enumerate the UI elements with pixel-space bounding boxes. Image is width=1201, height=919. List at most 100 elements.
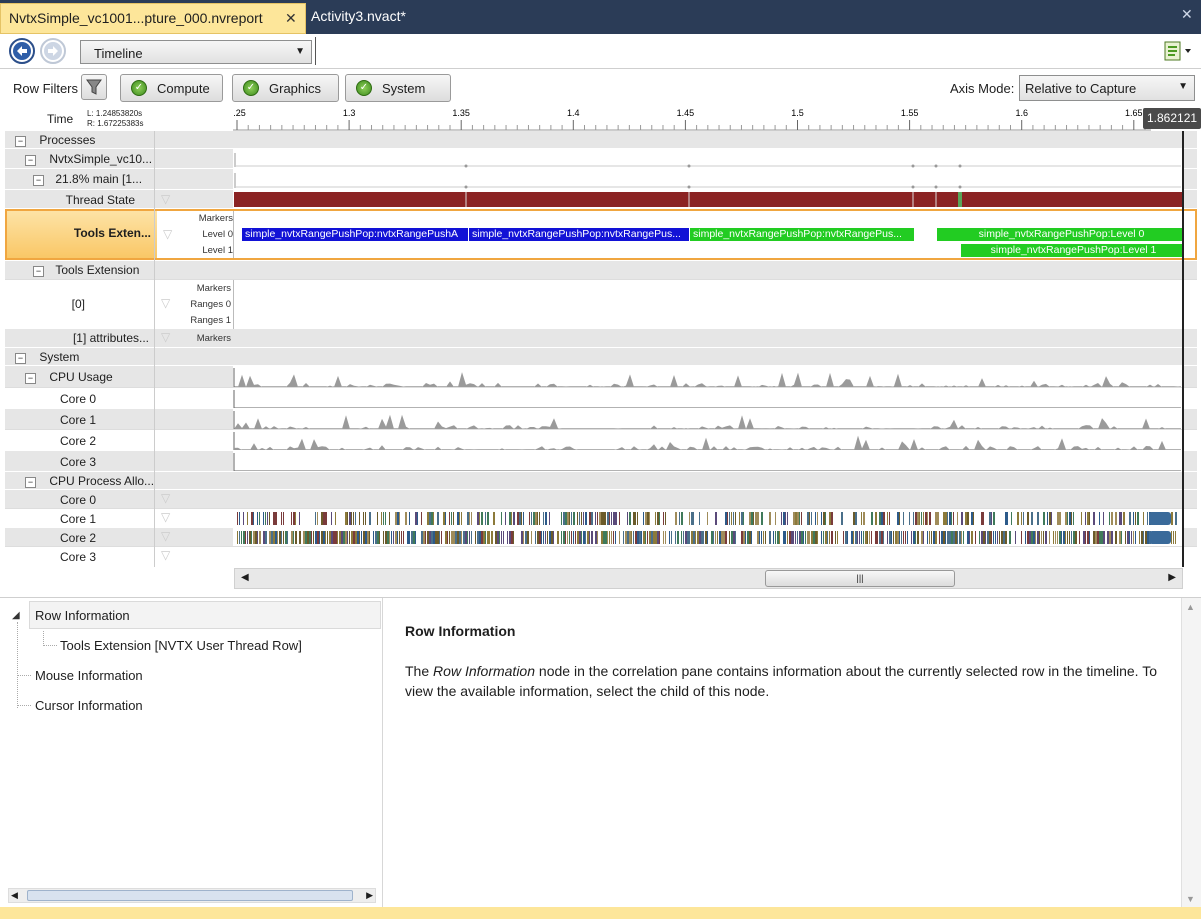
cpu-slice[interactable] <box>485 531 486 544</box>
cpu-slice[interactable] <box>769 531 771 544</box>
cpu-slice[interactable] <box>541 531 542 544</box>
cpu-slice[interactable] <box>445 531 447 544</box>
cpu-slice[interactable] <box>1055 531 1056 544</box>
filter-funnel-icon[interactable]: ▽ <box>161 192 170 206</box>
cpu-slice[interactable] <box>605 531 607 544</box>
cpu-slice[interactable] <box>587 531 589 544</box>
cpu-slice[interactable] <box>1053 531 1054 544</box>
cpu-slice[interactable] <box>1131 531 1132 544</box>
cpu-slice[interactable] <box>243 531 245 544</box>
cpu-slice[interactable] <box>949 531 951 544</box>
cpu-slice[interactable] <box>317 512 318 525</box>
cpu-slice[interactable] <box>1147 512 1148 525</box>
cpu-slice[interactable] <box>757 512 759 525</box>
cpu-slice[interactable] <box>637 531 639 544</box>
cpu-slice[interactable] <box>453 531 455 544</box>
alloc-core3-row[interactable]: Core 3 ▽ <box>5 546 1197 565</box>
collapse-icon[interactable]: − <box>15 136 26 147</box>
cpu-slice[interactable] <box>357 531 359 544</box>
cpu-slice[interactable] <box>631 531 632 544</box>
cpu-slice[interactable] <box>243 512 244 525</box>
cpu-slice[interactable] <box>645 531 646 544</box>
cpu-slice[interactable] <box>525 531 527 544</box>
forward-button[interactable] <box>40 38 66 64</box>
cpu-slice[interactable] <box>433 512 434 525</box>
cpu-slice[interactable] <box>969 531 970 544</box>
cpu-slice[interactable] <box>585 531 586 544</box>
cpu-slice[interactable] <box>749 512 751 525</box>
cpu-slice[interactable] <box>611 512 612 525</box>
cpu-slice[interactable] <box>501 512 502 525</box>
cpu-slice[interactable] <box>345 512 347 525</box>
cpu-slice[interactable] <box>983 531 985 544</box>
cpu-slice[interactable] <box>379 531 380 544</box>
cpu-slice[interactable] <box>413 531 415 544</box>
cpu-slice[interactable] <box>251 512 253 525</box>
cpu-slice[interactable] <box>787 531 788 544</box>
cpu-slice[interactable] <box>1093 512 1095 525</box>
cpu-slice[interactable] <box>1081 512 1082 525</box>
cpu-slice[interactable] <box>323 512 325 525</box>
cpu-slice[interactable] <box>497 531 499 544</box>
cpu-slice[interactable] <box>1057 531 1058 544</box>
cpu-slice[interactable] <box>1121 531 1122 544</box>
tab-nvreport[interactable]: NvtxSimple_vc1001...pture_000.nvreport ✕ <box>0 3 306 34</box>
cpu-slice[interactable] <box>783 531 785 544</box>
cpu-slice[interactable] <box>435 531 437 544</box>
cpu-slice[interactable] <box>499 531 500 544</box>
cpu-slice[interactable] <box>407 531 409 544</box>
cpu-slice[interactable] <box>989 531 991 544</box>
cpu-slice[interactable] <box>815 512 816 525</box>
cpu-slice[interactable] <box>471 531 472 544</box>
range-bar-level0[interactable]: simple_nvtxRangePushPop:Level 0 <box>937 228 1183 241</box>
cpu-slice[interactable] <box>957 531 958 544</box>
cpu-slice[interactable] <box>299 512 300 525</box>
cpu-slice[interactable] <box>693 512 694 525</box>
cpu-slice[interactable] <box>481 531 483 544</box>
tree-scroll-thumb[interactable] <box>27 890 353 901</box>
cpu-slice[interactable] <box>1173 531 1174 544</box>
cpu-slice[interactable] <box>597 512 598 525</box>
cpu-slice[interactable] <box>287 531 288 544</box>
cpu-slice[interactable] <box>999 531 1000 544</box>
cpu-slice[interactable] <box>743 512 744 525</box>
cpu-slice[interactable] <box>817 531 818 544</box>
cpu-slice[interactable] <box>411 531 413 544</box>
cpu-slice[interactable] <box>389 531 390 544</box>
cpu-slice[interactable] <box>567 531 568 544</box>
cpu-slice[interactable] <box>563 512 565 525</box>
cpu-slice[interactable] <box>829 512 831 525</box>
cpu-slice[interactable] <box>237 512 238 525</box>
cpu-slice[interactable] <box>557 531 559 544</box>
cpu-slice[interactable] <box>1069 531 1070 544</box>
cpu-slice[interactable] <box>1039 531 1040 544</box>
cpu-slice[interactable] <box>595 512 596 525</box>
cpu-slice[interactable] <box>1075 531 1077 544</box>
cpu-slice[interactable] <box>527 531 529 544</box>
cpu-slice[interactable] <box>665 531 666 544</box>
cpu-slice[interactable] <box>1125 531 1126 544</box>
cpu-slice[interactable] <box>505 512 506 525</box>
tree-item-row-information[interactable]: Row Information <box>29 601 381 629</box>
cpu-slice[interactable] <box>327 531 328 544</box>
cpu-slice[interactable] <box>345 531 347 544</box>
cpu-slice[interactable] <box>1099 531 1101 544</box>
cpu-slice[interactable] <box>795 512 797 525</box>
cpu-slice[interactable] <box>519 512 521 525</box>
cpu-slice[interactable] <box>399 512 400 525</box>
cpu-slice[interactable] <box>421 512 422 525</box>
cpu-slice[interactable] <box>373 531 374 544</box>
cpu-slice[interactable] <box>669 531 670 544</box>
cpu-slice[interactable] <box>599 512 601 525</box>
cpu-slice[interactable] <box>459 512 460 525</box>
cpu-slice[interactable] <box>257 531 258 544</box>
cpu-slice[interactable] <box>259 512 260 525</box>
cpu-slice[interactable] <box>315 512 316 525</box>
cpu-slice[interactable] <box>867 531 868 544</box>
cpu-slice[interactable] <box>1033 531 1035 544</box>
cpu-slice[interactable] <box>955 531 957 544</box>
cpu-slice[interactable] <box>845 531 847 544</box>
cpu-slice[interactable] <box>995 531 996 544</box>
range-bar-level0[interactable]: simple_nvtxRangePushPop:nvtxRangePushA <box>242 228 468 241</box>
cpu-slice[interactable] <box>865 531 867 544</box>
